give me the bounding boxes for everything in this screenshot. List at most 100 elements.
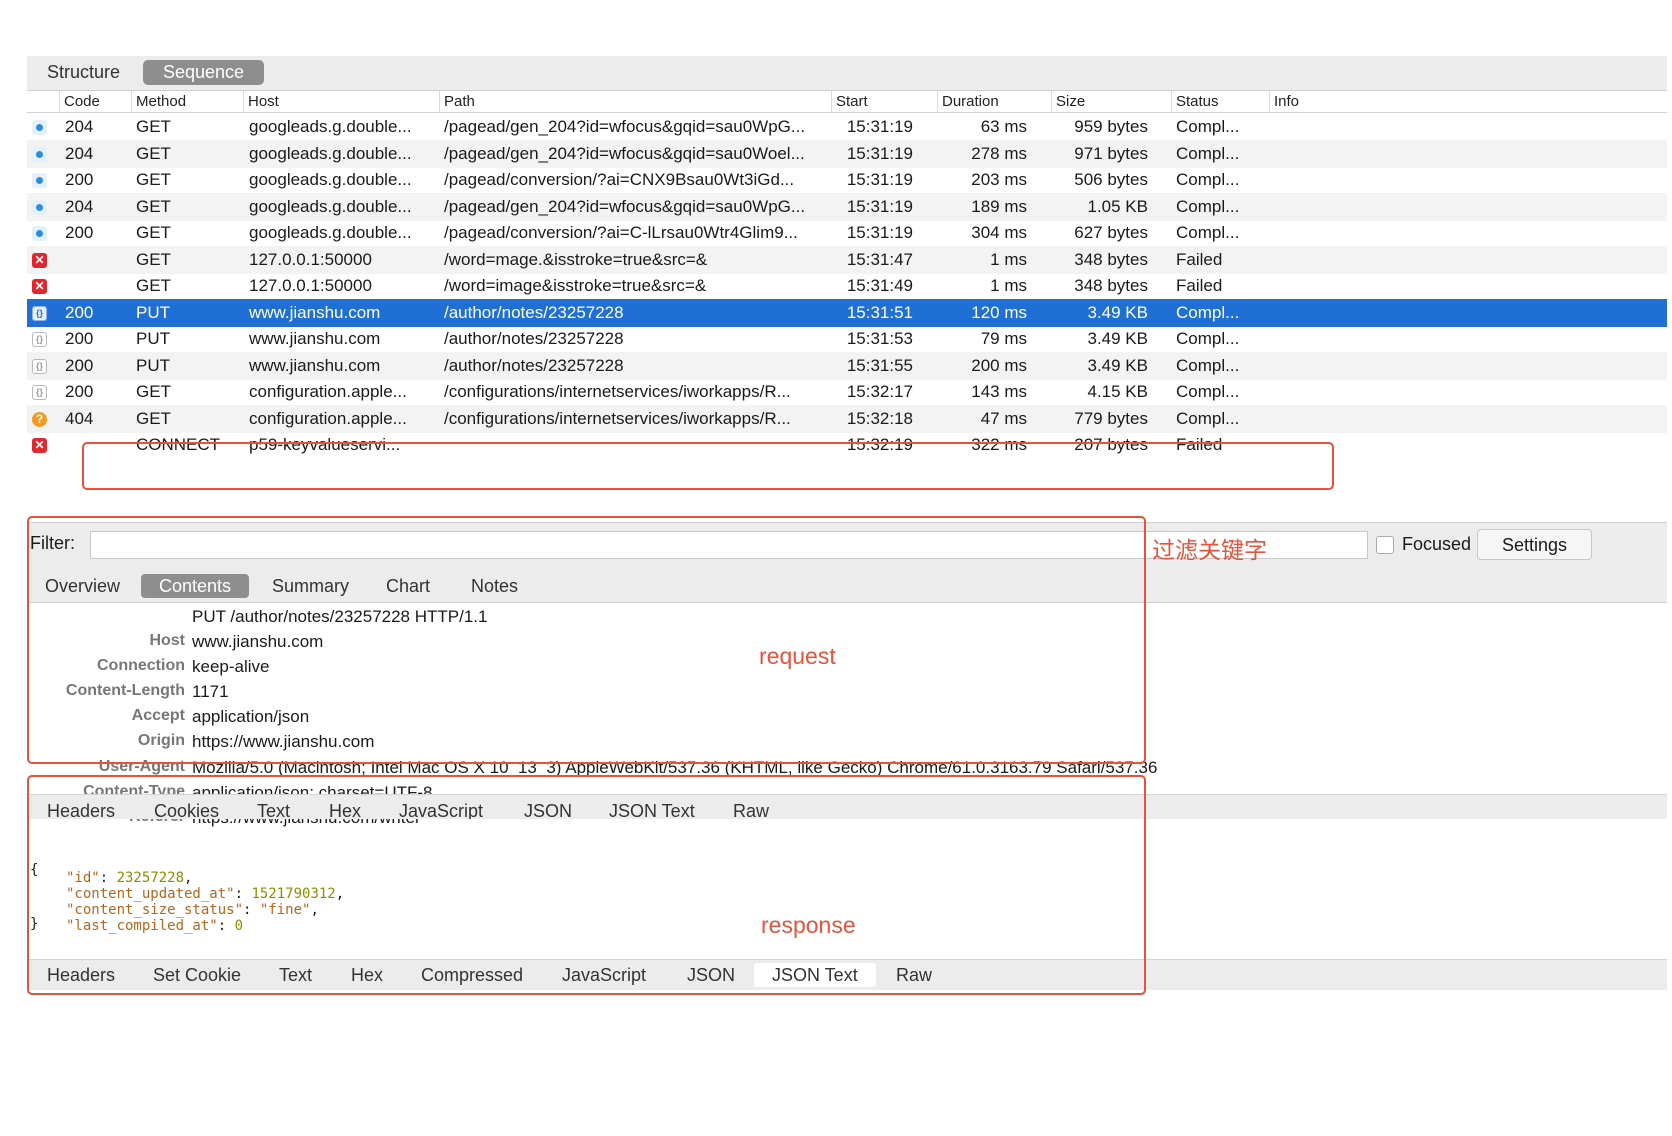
header-key: Host <box>149 632 185 649</box>
request-tab-text[interactable]: Text <box>249 799 298 819</box>
tab-sequence[interactable]: Sequence <box>143 60 265 85</box>
tab-summary[interactable]: Summary <box>254 574 367 598</box>
table-row[interactable]: 200 GET googleads.g.double... /pagead/conve… <box>27 166 1667 194</box>
response-tab-json[interactable]: JSON <box>679 963 743 987</box>
column-status[interactable]: Status <box>1171 91 1269 112</box>
info-icon <box>32 173 47 188</box>
cell-code <box>65 246 125 274</box>
cell-start: 15:31:49 <box>846 276 913 295</box>
response-tab-text[interactable]: Text <box>271 963 320 987</box>
request-tab-cookies[interactable]: Cookies <box>146 799 227 819</box>
json-close-brace: } <box>30 916 39 932</box>
column-size[interactable]: Size <box>1051 91 1171 112</box>
response-tab-json-text[interactable]: JSON Text <box>754 963 876 987</box>
request-tab-headers[interactable]: Headers <box>39 799 123 819</box>
column-code[interactable]: Code <box>59 91 131 112</box>
cell-start: 15:31:53 <box>846 329 913 348</box>
cell-size: 348 bytes <box>1074 249 1148 269</box>
request-tab-javascript[interactable]: JavaScript <box>391 799 491 819</box>
cell-code: 204 <box>65 143 94 163</box>
json-icon: {} <box>32 332 47 347</box>
response-tab-raw[interactable]: Raw <box>888 963 940 987</box>
table-row[interactable]: {} 200 PUT www.jianshu.com/author/notes/232… <box>27 325 1667 353</box>
info-icon <box>32 146 47 162</box>
response-view-tabs: Headers Set Cookie Text Hex Compressed JavaSc… <box>27 959 1667 990</box>
table-row[interactable]: 204 GET googleads.g.double... /pagead/gen_2… <box>27 192 1667 221</box>
request-tab-hex[interactable]: Hex <box>321 799 369 819</box>
cell-path: /pagead/gen_204?id=wfocus&gqid=sau0WpG..… <box>444 196 806 216</box>
cell-status: Compl... <box>1176 355 1240 375</box>
cell-path: /author/notes/23257228 <box>444 302 624 322</box>
request-tab-json-text[interactable]: JSON Text <box>601 799 703 819</box>
table-row[interactable]: {} 200 PUT www.jianshu.com/author/notes/232… <box>27 351 1667 380</box>
cell-path <box>444 431 829 459</box>
column-duration[interactable]: Duration <box>937 91 1051 112</box>
table-row[interactable]: 204 GET googleads.g.double... /pagead/gen_2… <box>27 139 1667 168</box>
tab-structure[interactable]: Structure <box>27 60 140 85</box>
table-row[interactable]: ✕ GET 127.0.0.1:50000/word=image&isstroke=… <box>27 272 1667 300</box>
cell-method: GET <box>136 223 171 242</box>
response-tab-hex[interactable]: Hex <box>343 963 391 987</box>
settings-button[interactable]: Settings <box>1477 529 1592 560</box>
tab-overview[interactable]: Overview <box>27 574 138 598</box>
tab-notes[interactable]: Notes <box>453 574 536 598</box>
cell-path: /pagead/gen_204?id=wfocus&gqid=sau0Woel.… <box>444 143 805 163</box>
cell-start: 15:32:17 <box>846 382 913 401</box>
cell-method: GET <box>136 276 171 295</box>
warning-icon: ? <box>32 411 47 427</box>
response-tab-set-cookie[interactable]: Set Cookie <box>145 963 249 987</box>
table-row[interactable]: ✕ CONNECT p59-keyvalueservi... 15:32:19 322 … <box>27 431 1667 459</box>
focused-checkbox[interactable] <box>1376 536 1394 554</box>
table-row[interactable]: ✕ GET 127.0.0.1:50000/word=mage.&isstroke=… <box>27 245 1667 274</box>
table-row[interactable]: {} 200 PUT www.jianshu.com/author/notes/232… <box>27 298 1667 327</box>
info-icon <box>32 226 47 241</box>
cell-size: 3.49 KB <box>1087 329 1149 348</box>
cell-host: www.jianshu.com <box>249 329 381 348</box>
cell-status: Failed <box>1176 249 1223 269</box>
json-value: 1521790312 <box>251 886 336 902</box>
cell-host: configuration.apple... <box>249 408 407 428</box>
table-row[interactable]: {} 200 GET configuration.apple... /configura… <box>27 378 1667 406</box>
request-tab-json[interactable]: JSON <box>516 799 580 819</box>
json-icon: {} <box>32 358 47 374</box>
cell-host: configuration.apple... <box>249 382 407 401</box>
cell-path: /configurations/internetservices/iworkap… <box>444 382 791 401</box>
tab-chart[interactable]: Chart <box>368 574 448 598</box>
focused-label[interactable]: Focused <box>1402 534 1471 555</box>
tab-contents[interactable]: Contents <box>141 574 250 598</box>
cell-host: www.jianshu.com <box>249 355 381 375</box>
response-tab-compressed[interactable]: Compressed <box>413 963 531 987</box>
cell-duration: 1 ms <box>990 276 1027 295</box>
json-open-brace: { <box>30 862 39 878</box>
column-method[interactable]: Method <box>131 91 243 112</box>
cell-size: 4.15 KB <box>1087 382 1149 401</box>
request-tab-raw[interactable]: Raw <box>725 799 777 819</box>
cell-start: 15:31:19 <box>846 170 913 189</box>
info-icon <box>32 199 47 215</box>
header-value: www.jianshu.com <box>192 632 324 651</box>
cell-duration: 322 ms <box>971 435 1027 454</box>
detail-tabs: Overview Contents Summary Chart Notes <box>27 568 1667 603</box>
response-tab-headers[interactable]: Headers <box>39 963 123 987</box>
cell-code: 204 <box>65 196 94 216</box>
json-field: "content_updated_at": 1521790312, <box>66 886 344 902</box>
column-host[interactable]: Host <box>243 91 439 112</box>
cell-duration: 200 ms <box>971 355 1027 375</box>
cell-duration: 203 ms <box>971 170 1027 189</box>
cell-duration: 278 ms <box>971 143 1027 163</box>
cell-status: Failed <box>1176 435 1223 454</box>
cell-code: 200 <box>65 355 94 375</box>
header-value: keep-alive <box>192 657 270 677</box>
cell-host: googleads.g.double... <box>249 143 412 163</box>
table-row[interactable]: ? 404 GET configuration.apple... /configurat… <box>27 404 1667 433</box>
cell-host: p59-keyvalueservi... <box>249 435 401 454</box>
column-info[interactable]: Info <box>1269 91 1667 112</box>
column-path[interactable]: Path <box>439 91 831 112</box>
cell-code: 200 <box>65 382 94 401</box>
json-key: "last_compiled_at" <box>66 918 218 934</box>
response-tab-javascript[interactable]: JavaScript <box>554 963 654 987</box>
table-row[interactable]: 200 GET googleads.g.double... /pagead/conve… <box>27 219 1667 247</box>
column-start[interactable]: Start <box>831 91 937 112</box>
table-row[interactable]: 204 GET googleads.g.double... /pagead/gen_2… <box>27 113 1667 141</box>
cell-start: 15:31:19 <box>846 143 913 163</box>
